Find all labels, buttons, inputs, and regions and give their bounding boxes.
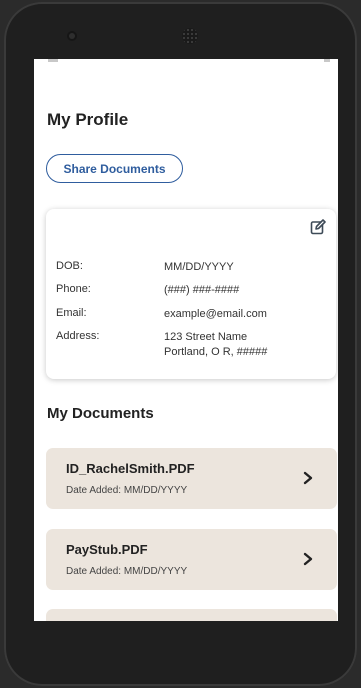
page-title: My Profile: [47, 110, 129, 129]
phone-label: Phone:: [56, 283, 91, 295]
document-item[interactable]: PayStub.PDF Date Added: MM/DD/YYYY: [46, 529, 337, 590]
document-date: Date Added: MM/DD/YYYY: [66, 485, 188, 496]
address-line1: 123 Street Name: [164, 331, 248, 343]
phone-frame: My Profile Share Documents DOB: MM/DD/YY…: [4, 2, 357, 686]
document-item-partial[interactable]: [46, 609, 337, 621]
address-line2: Portland, O R, #####: [164, 346, 268, 358]
dob-label: DOB:: [56, 260, 83, 272]
documents-title: My Documents: [47, 405, 154, 422]
document-item[interactable]: ID_RachelSmith.PDF Date Added: MM/DD/YYY…: [46, 448, 337, 509]
address-label: Address:: [56, 330, 100, 342]
share-documents-button[interactable]: Share Documents: [46, 154, 183, 183]
app-screen: My Profile Share Documents DOB: MM/DD/YY…: [34, 59, 338, 621]
camera-icon: [69, 33, 75, 39]
dob-value: MM/DD/YYYY: [164, 261, 234, 273]
profile-card: DOB: MM/DD/YYYY Phone: (###) ###-#### Em…: [46, 209, 336, 379]
document-date: Date Added: MM/DD/YYYY: [66, 566, 188, 577]
chevron-right-icon: [303, 552, 313, 566]
document-name: ID_RachelSmith.PDF: [66, 461, 195, 476]
phone-value: (###) ###-####: [164, 284, 240, 296]
email-label: Email:: [56, 307, 87, 319]
email-value: example@email.com: [164, 308, 267, 320]
menu-icon[interactable]: [48, 59, 58, 62]
status-icon: [324, 59, 330, 62]
chevron-right-icon: [303, 471, 313, 485]
edit-icon[interactable]: [310, 219, 326, 235]
document-name: PayStub.PDF: [66, 542, 148, 557]
speaker-grille: [182, 28, 198, 44]
